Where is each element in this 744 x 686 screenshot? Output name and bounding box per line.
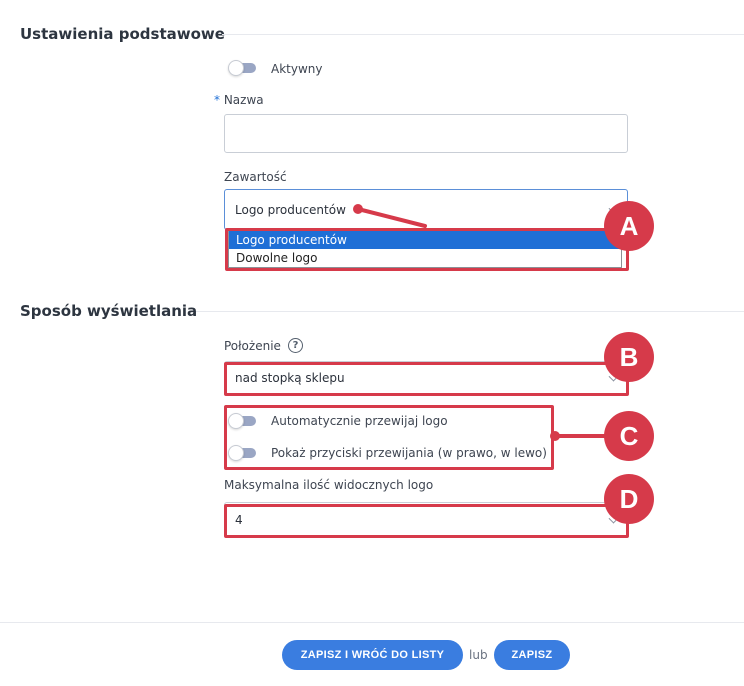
- or-text: lub: [469, 648, 488, 662]
- annotation-badge-c: C: [604, 411, 654, 461]
- connector-line-a: [356, 207, 427, 228]
- annotation-highlight-c: [224, 405, 554, 470]
- annotation-highlight-b: [224, 362, 629, 396]
- annotation-highlight-a: [225, 228, 629, 271]
- annotation-badge-b: B: [604, 332, 654, 382]
- footer-divider: [0, 622, 744, 623]
- connector-dot-a: [353, 204, 363, 214]
- save-button[interactable]: ZAPISZ: [494, 640, 570, 670]
- annotation-highlight-d: [224, 504, 629, 538]
- annotation-badge-d: D: [604, 474, 654, 524]
- annotation-badge-a: A: [604, 201, 654, 251]
- save-and-return-button[interactable]: ZAPISZ I WRÓĆ DO LISTY: [282, 640, 463, 670]
